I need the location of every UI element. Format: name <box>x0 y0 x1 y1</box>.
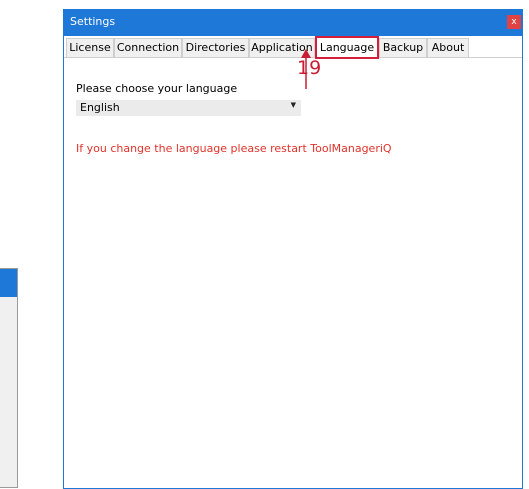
titlebar[interactable]: Settings x <box>64 10 522 36</box>
selected-language: English <box>80 101 120 114</box>
window-title: Settings <box>70 15 116 28</box>
restart-warning: If you change the language please restar… <box>76 142 392 155</box>
callout-number: 19 <box>297 57 322 79</box>
tab-connection[interactable]: Connection <box>114 38 182 57</box>
close-icon[interactable]: x <box>507 15 521 29</box>
tab-backup[interactable]: Backup <box>379 38 427 57</box>
tab-about[interactable]: About <box>427 38 469 57</box>
settings-dialog: Settings x License Connection Directorie… <box>63 9 523 489</box>
background-window-titlebar <box>0 269 17 297</box>
background-window-body <box>0 297 17 487</box>
chevron-down-icon[interactable]: ▼ <box>291 101 296 109</box>
close-glyph: x <box>511 17 517 27</box>
language-panel: Please choose your language English ▼ If… <box>64 58 522 488</box>
language-prompt: Please choose your language <box>76 82 238 95</box>
language-select[interactable]: English ▼ <box>76 100 301 116</box>
tab-directories[interactable]: Directories <box>182 38 249 57</box>
background-window <box>0 268 18 488</box>
tab-language[interactable]: Language <box>315 36 379 59</box>
tab-license[interactable]: License <box>66 38 114 57</box>
